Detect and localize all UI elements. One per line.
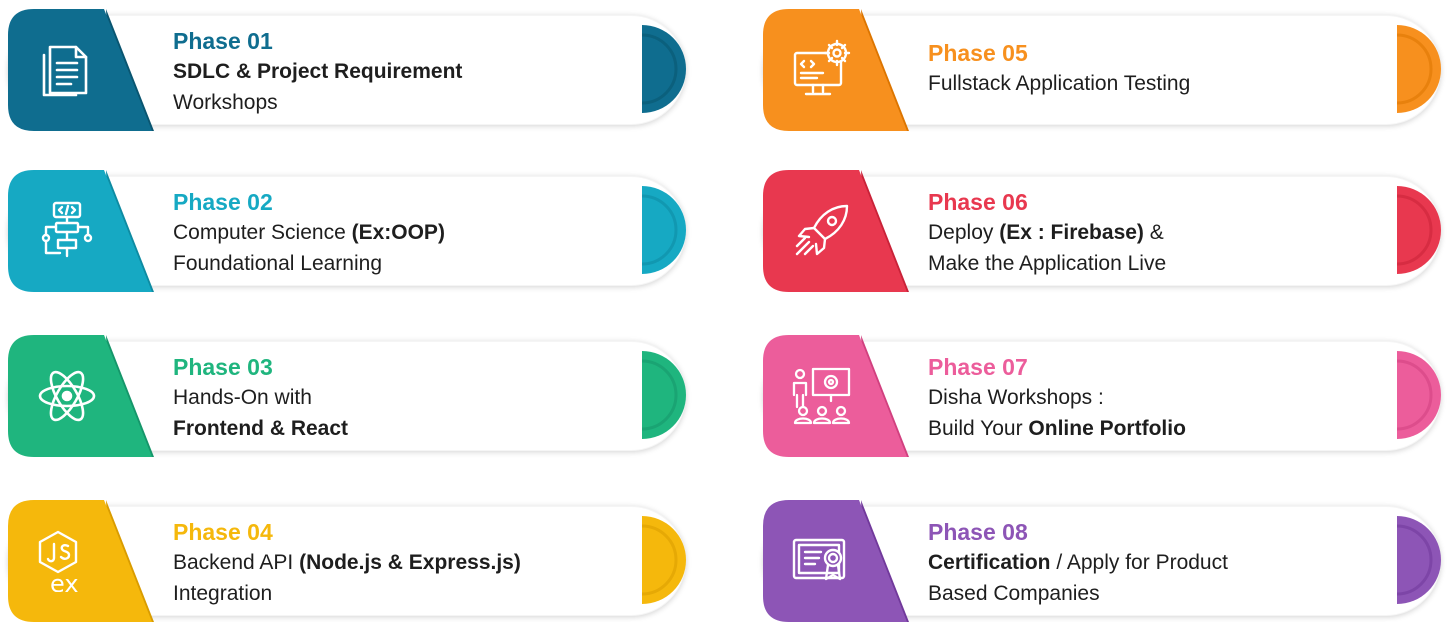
- phase-title: Phase 03: [173, 354, 273, 380]
- description-bold-text: (Ex:OOP): [351, 221, 445, 244]
- phase-description-line: Deploy (Ex : Firebase) &: [928, 217, 1398, 248]
- document-icon: [36, 39, 98, 101]
- phase-text: Phase 04 Backend API (Node.js & Express.j…: [173, 518, 643, 609]
- code-flowchart-icon: [36, 200, 98, 262]
- phase-title: Phase 06: [928, 189, 1028, 215]
- phase-description-line: Make the Application Live: [928, 248, 1398, 279]
- description-bold-text: Certification: [928, 551, 1051, 574]
- phase-text: Phase 08 Certification / Apply for Produc…: [928, 518, 1398, 609]
- phase-end-cap: [1396, 25, 1441, 113]
- phase-description-line: Fullstack Application Testing: [928, 68, 1398, 99]
- phase-title: Phase 08: [928, 519, 1028, 545]
- phase-card-02: Phase 02 Computer Science (Ex:OOP) Foundat…: [8, 170, 698, 292]
- phase-end-cap: [1396, 186, 1441, 274]
- description-text: Based Companies: [928, 582, 1100, 605]
- phase-card-07: Phase 07 Disha Workshops : Build Your Onli…: [763, 335, 1453, 457]
- phase-end-cap: [641, 351, 686, 439]
- description-bold-text: Online Portfolio: [1028, 417, 1186, 440]
- phase-description-line: Build Your Online Portfolio: [928, 413, 1398, 444]
- phase-title: Phase 01: [173, 28, 273, 54]
- phase-card-06: Phase 06 Deploy (Ex : Firebase) & Make the…: [763, 170, 1453, 292]
- atom-react-icon: [36, 365, 98, 427]
- phase-end-cap: [1396, 516, 1441, 604]
- phase-end-cap: [1396, 351, 1441, 439]
- nodejs-express-icon: ex: [36, 530, 98, 598]
- description-text: Deploy: [928, 221, 1000, 244]
- phase-card-01: Phase 01 SDLC & Project Requirement Worksh…: [8, 9, 698, 131]
- description-text: Hands-On with: [173, 386, 312, 409]
- description-text: Integration: [173, 582, 273, 605]
- phase-text: Phase 02 Computer Science (Ex:OOP) Foundat…: [173, 188, 643, 279]
- description-bold-text: (Ex : Firebase): [999, 221, 1144, 244]
- phase-title: Phase 04: [173, 519, 273, 545]
- phase-title: Phase 05: [928, 40, 1028, 66]
- description-bold-text: (Node.js & Express.js): [299, 551, 521, 574]
- presentation-audience-icon: [791, 365, 853, 427]
- phase-title: Phase 02: [173, 189, 273, 215]
- description-text: Computer Science: [173, 221, 352, 244]
- phase-description-line: SDLC & Project Requirement: [173, 56, 643, 87]
- phase-description-line: Based Companies: [928, 578, 1398, 609]
- phase-description-line: Computer Science (Ex:OOP): [173, 217, 643, 248]
- phase-description-line: Frontend & React: [173, 413, 643, 444]
- phase-description-line: Certification / Apply for Product: [928, 547, 1398, 578]
- description-text: Backend API: [173, 551, 300, 574]
- phase-card-04: ex Phase 04 Backend API (Node.js & Express…: [8, 500, 698, 622]
- phase-end-cap: [641, 516, 686, 604]
- description-text: &: [1143, 221, 1164, 244]
- phase-description-line: Foundational Learning: [173, 248, 643, 279]
- description-text: Build Your: [928, 417, 1029, 440]
- certificate-icon: [791, 530, 853, 592]
- phase-description-line: Disha Workshops :: [928, 382, 1398, 413]
- description-text: Make the Application Live: [928, 252, 1167, 275]
- rocket-icon: [791, 200, 853, 262]
- phase-card-05: Phase 05 Fullstack Application Testing: [763, 9, 1453, 131]
- description-bold-text: SDLC & Project Requirement: [173, 60, 463, 83]
- description-bold-text: Frontend & React: [173, 417, 349, 440]
- phase-text: Phase 05 Fullstack Application Testing: [928, 39, 1398, 99]
- phase-description-line: Backend API (Node.js & Express.js): [173, 547, 643, 578]
- phase-card-03: Phase 03 Hands-On with Frontend & React: [8, 335, 698, 457]
- description-text: Fullstack Application Testing: [928, 72, 1191, 95]
- phase-end-cap: [641, 186, 686, 274]
- phase-text: Phase 01 SDLC & Project Requirement Worksh…: [173, 27, 643, 118]
- phase-description-line: Integration: [173, 578, 643, 609]
- description-text: / Apply for Product: [1050, 551, 1228, 574]
- monitor-gear-icon: [791, 39, 853, 101]
- phase-end-cap: [641, 25, 686, 113]
- phase-text: Phase 03 Hands-On with Frontend & React: [173, 353, 643, 444]
- description-text: Disha Workshops :: [928, 386, 1104, 409]
- description-text: Workshops: [173, 91, 278, 114]
- phase-text: Phase 06 Deploy (Ex : Firebase) & Make the…: [928, 188, 1398, 279]
- description-text: Foundational Learning: [173, 252, 382, 275]
- svg-text:ex: ex: [50, 570, 79, 592]
- phase-card-08: Phase 08 Certification / Apply for Produc…: [763, 500, 1453, 622]
- phase-description-line: Hands-On with: [173, 382, 643, 413]
- phase-text: Phase 07 Disha Workshops : Build Your Onli…: [928, 353, 1398, 444]
- phase-description-line: Workshops: [173, 87, 643, 118]
- phase-title: Phase 07: [928, 354, 1028, 380]
